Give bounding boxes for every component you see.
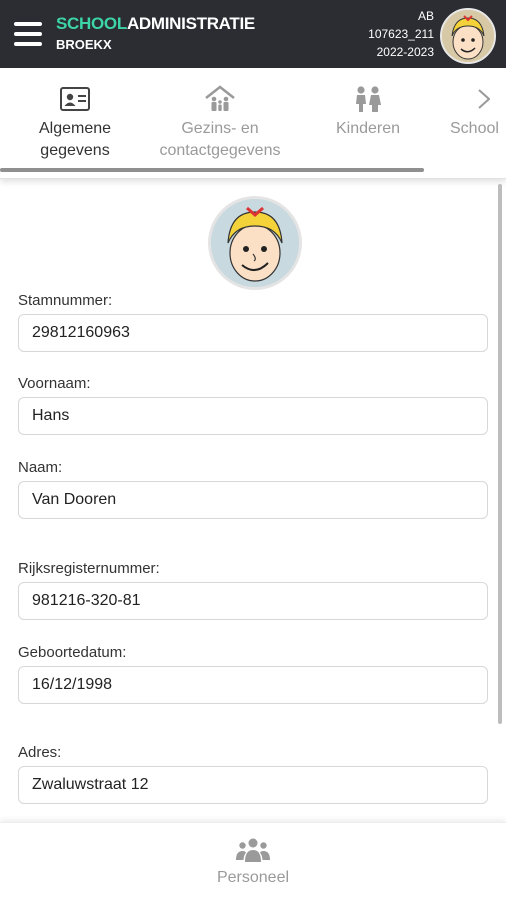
naam-label: Naam: bbox=[18, 459, 63, 476]
tab-gezins-contactgegevens[interactable]: Gezins- en contactgegevens bbox=[150, 84, 290, 162]
voornaam-field[interactable] bbox=[18, 397, 488, 435]
user-avatar[interactable] bbox=[440, 8, 496, 64]
tab-label-line2: gegevens bbox=[40, 142, 110, 159]
children-icon bbox=[326, 84, 410, 114]
tab-label-line1: Gezins- en bbox=[181, 120, 259, 137]
geboortedatum-label: Geboortedatum: bbox=[18, 644, 127, 661]
profile-avatar bbox=[208, 196, 302, 290]
scrollbar[interactable] bbox=[498, 184, 502, 724]
app-brand: SCHOOLADMINISTRATIE BROEKX bbox=[56, 14, 255, 52]
geboortedatum-field[interactable] bbox=[18, 666, 488, 704]
stamnummer-field[interactable] bbox=[18, 314, 488, 352]
voornaam-label: Voornaam: bbox=[18, 375, 91, 392]
school-year: 2022-2023 bbox=[376, 45, 434, 59]
tab-active-indicator bbox=[0, 168, 424, 172]
family-house-icon bbox=[150, 84, 290, 114]
user-initials: AB bbox=[417, 9, 434, 23]
rijksregisternummer-field[interactable] bbox=[18, 582, 488, 620]
nav-item-personeel[interactable]: Personeel bbox=[203, 835, 303, 887]
app-header: SCHOOLADMINISTRATIE BROEKX AB 107623_211… bbox=[0, 0, 506, 68]
user-id: 107623_211 bbox=[368, 27, 434, 41]
naam-field[interactable] bbox=[18, 481, 488, 519]
personal-data-form: Stamnummer: Voornaam: Naam: Rijksregiste… bbox=[0, 178, 506, 822]
tab-label-line1: School bbox=[450, 120, 499, 137]
nav-label-personeel: Personeel bbox=[216, 869, 290, 886]
tab-algemene-gegevens[interactable]: Algemene gegevens bbox=[28, 84, 122, 162]
app-title: SCHOOLADMINISTRATIE bbox=[56, 14, 255, 34]
school-name: BROEKX bbox=[56, 37, 112, 52]
id-card-icon bbox=[28, 84, 122, 114]
user-info: AB 107623_211 2022-2023 bbox=[368, 7, 434, 61]
tab-label-line1: Kinderen bbox=[335, 120, 401, 137]
adres-field[interactable] bbox=[18, 766, 488, 804]
rijksregisternummer-label: Rijksregisternummer: bbox=[18, 560, 160, 577]
menu-icon[interactable] bbox=[14, 22, 42, 46]
people-icon bbox=[203, 835, 303, 865]
tab-kinderen[interactable]: Kinderen bbox=[326, 84, 410, 140]
tab-school[interactable]: School bbox=[450, 84, 506, 140]
app-title-main: ADMINISTRATIE bbox=[126, 14, 255, 33]
tab-label-line1: Algemene bbox=[38, 120, 112, 137]
school-icon bbox=[450, 84, 506, 114]
bottom-navigation: Personeel bbox=[0, 822, 506, 901]
stamnummer-label: Stamnummer: bbox=[18, 292, 113, 309]
app-title-accent: SCHOOL bbox=[56, 14, 127, 33]
tab-bar: Algemene gegevens Gezins- en contactgege… bbox=[0, 68, 506, 179]
adres-label: Adres: bbox=[18, 744, 62, 761]
tab-label-line2: contactgegevens bbox=[159, 142, 281, 159]
